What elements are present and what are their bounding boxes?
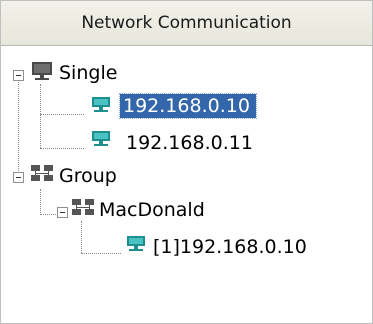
network-device-icon [126, 235, 146, 256]
network-device-icon [91, 130, 111, 151]
tree-connector [40, 114, 84, 115]
network-communication-panel: Network Communication Single 192.168.0.1… [0, 0, 373, 324]
panel-title: Network Communication [81, 13, 292, 33]
tree-node-subgroup-label[interactable]: MacDonald [99, 198, 205, 222]
computer-icon [30, 61, 54, 85]
collapse-subgroup-icon[interactable] [57, 207, 68, 218]
computer-group-icon [71, 198, 95, 222]
network-device-icon [91, 96, 111, 117]
tree-connector [18, 77, 19, 179]
tree-connector [40, 84, 41, 148]
tree-node-subgroup-child-1[interactable]: [1]192.168.0.10 [153, 235, 307, 259]
tree-connector [40, 148, 84, 149]
tree-node-single-child-1[interactable]: 192.168.0.10 [119, 93, 257, 119]
computer-group-icon [30, 164, 54, 188]
collapse-single-icon[interactable] [13, 70, 24, 81]
tree-node-group-label[interactable]: Group [59, 164, 117, 188]
network-tree[interactable]: Single 192.168.0.10 192.168.0.11 Group M… [1, 47, 372, 323]
tree-connector [81, 253, 121, 254]
panel-header[interactable]: Network Communication [1, 1, 372, 46]
tree-node-single-child-2[interactable]: 192.168.0.11 [126, 131, 253, 155]
tree-connector [81, 221, 82, 253]
collapse-group-icon[interactable] [13, 172, 24, 183]
tree-connector [40, 189, 41, 215]
tree-connector [40, 214, 56, 215]
tree-node-single-label[interactable]: Single [59, 61, 117, 85]
